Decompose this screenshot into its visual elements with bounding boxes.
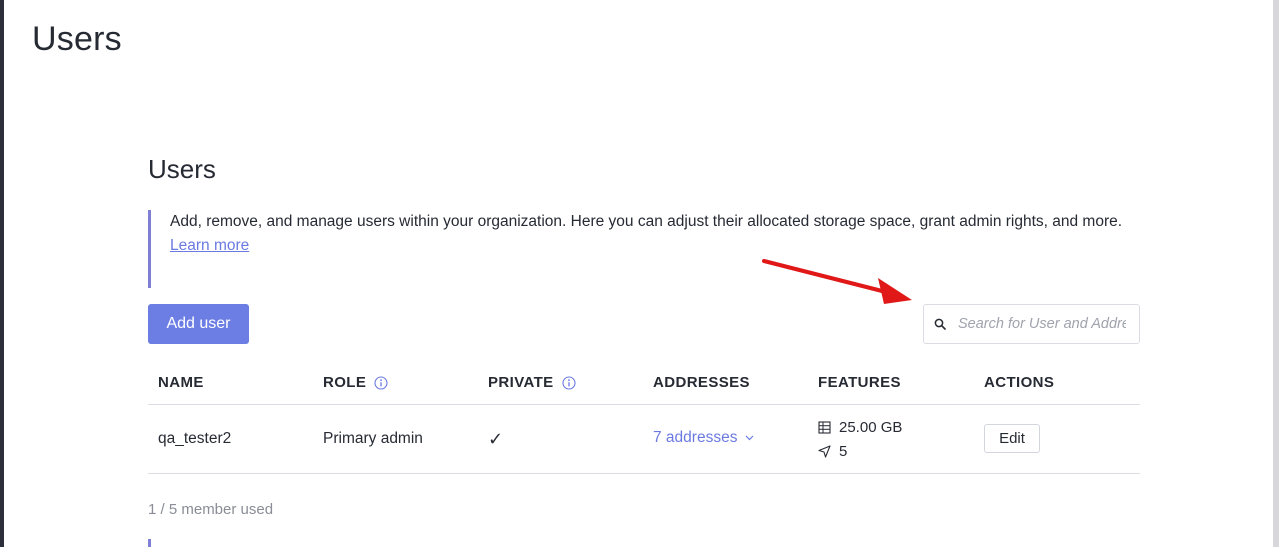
column-header-features: FEATURES [818, 374, 901, 391]
column-header-actions-label: ACTIONS [984, 374, 1055, 391]
column-header-addresses: ADDRESSES [653, 374, 750, 391]
storage-value: 25.00 GB [839, 418, 903, 436]
vpn-value: 5 [839, 442, 848, 460]
scrollbar[interactable] [1273, 0, 1279, 547]
search-field[interactable] [923, 304, 1140, 344]
description-text: Add, remove, and manage users within you… [170, 213, 1123, 230]
column-header-actions: ACTIONS [984, 374, 1054, 391]
column-header-name-label: NAME [158, 374, 204, 391]
search-input[interactable] [958, 316, 1126, 332]
section-title: Users [148, 154, 216, 184]
table-row: qa_tester2 Primary admin ✓ 7 addresses 2… [148, 405, 1140, 474]
column-header-role-label: ROLE [323, 374, 367, 391]
private-check-icon: ✓ [488, 429, 504, 449]
column-header-role: ROLE [323, 374, 388, 391]
info-icon[interactable] [562, 375, 576, 390]
learn-more-link[interactable]: Learn more [170, 234, 249, 258]
addresses-dropdown[interactable]: 7 addresses [653, 429, 754, 447]
column-header-private-label: PRIVATE [488, 374, 554, 391]
page-title: Users [32, 20, 122, 58]
member-usage: 1 / 5 member used [148, 501, 274, 518]
edit-user-button[interactable]: Edit [984, 424, 1040, 453]
vpn-feature: 5 [818, 439, 902, 463]
addresses-count: 7 addresses [653, 429, 738, 446]
section-description: Add, remove, and manage users within you… [148, 210, 1140, 288]
user-role: Primary admin [323, 430, 423, 447]
next-section-border [148, 539, 151, 547]
annotation-arrow-icon [762, 259, 912, 304]
storage-icon [818, 420, 831, 434]
table-header: NAME ROLE PRIVATE ADDRESSES FEATURES ACT… [148, 362, 1140, 405]
features-cell: 25.00 GB 5 [818, 415, 902, 463]
user-name: qa_tester2 [158, 430, 232, 447]
column-header-name: NAME [158, 374, 204, 391]
left-sidebar-edge [0, 0, 4, 547]
column-header-addresses-label: ADDRESSES [653, 374, 750, 391]
page: Users Users Add, remove, and manage user… [0, 0, 1279, 547]
add-user-button[interactable]: Add user [148, 304, 249, 344]
column-header-private: PRIVATE [488, 374, 576, 391]
info-icon[interactable] [374, 375, 388, 390]
search-icon [934, 318, 946, 330]
storage-feature: 25.00 GB [818, 415, 902, 439]
chevron-down-icon [746, 435, 754, 441]
vpn-icon [818, 444, 831, 458]
column-header-features-label: FEATURES [818, 374, 901, 391]
